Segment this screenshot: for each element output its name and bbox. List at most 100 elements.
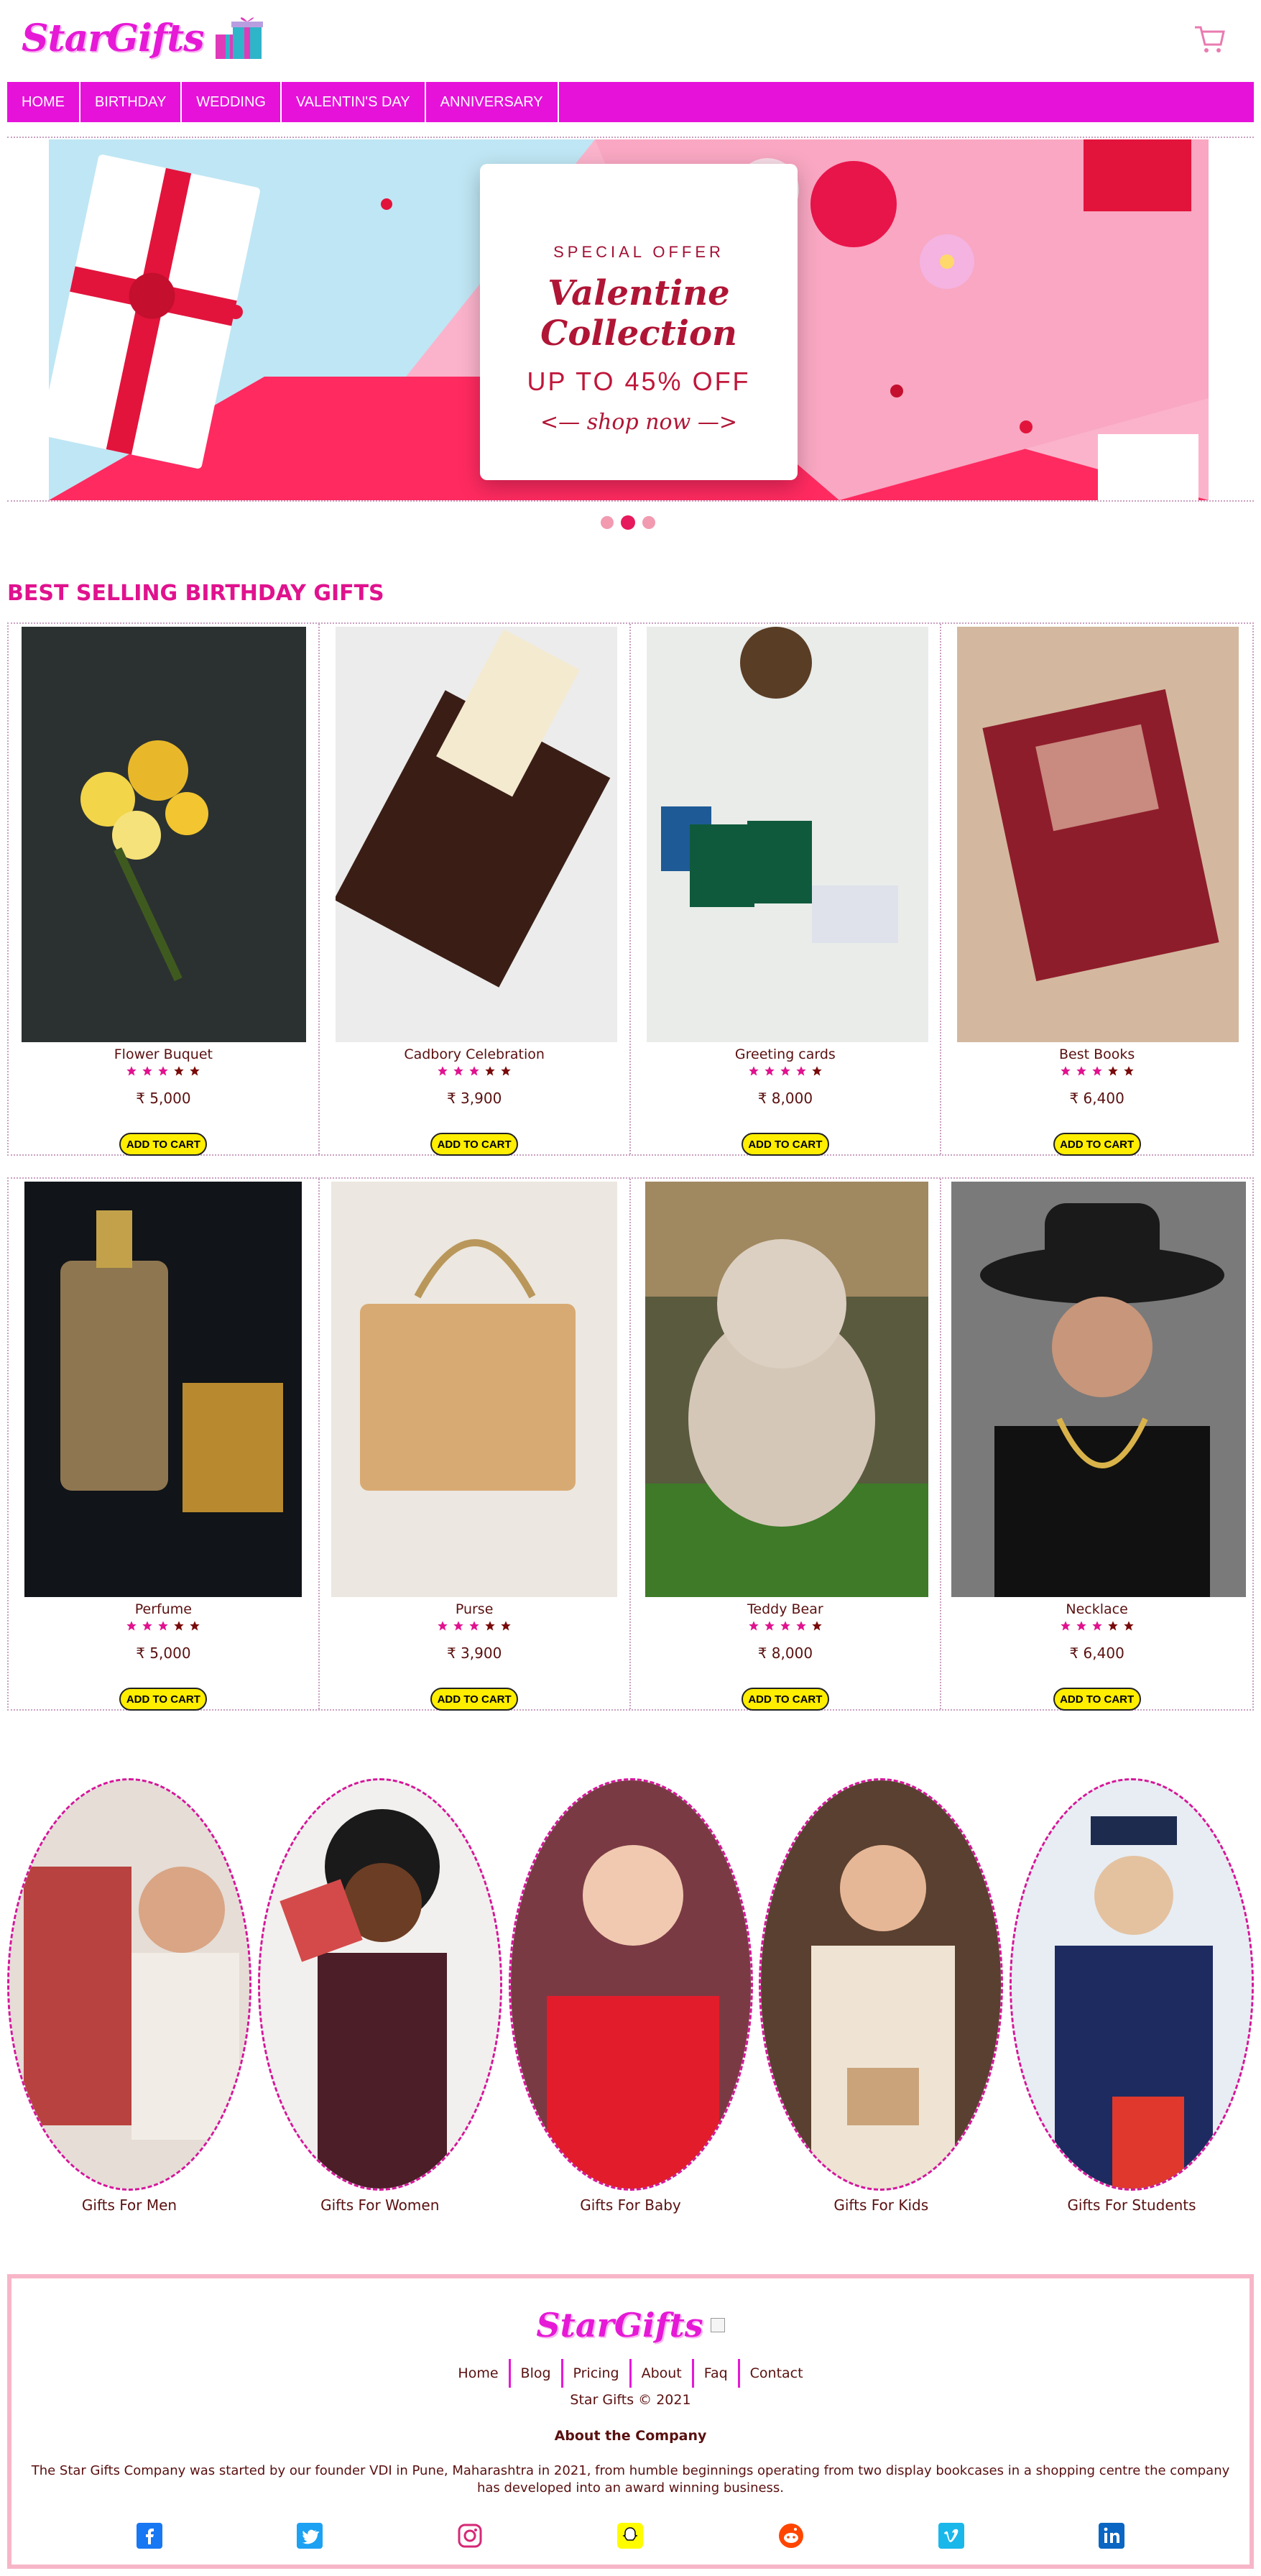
footer-link-pricing[interactable]: Pricing <box>563 2359 632 2388</box>
category-image[interactable] <box>759 1778 1004 2191</box>
nav-item-anniversary[interactable]: ANNIVERSARY <box>426 82 559 122</box>
category-card[interactable]: Gifts For Baby <box>508 1778 753 2224</box>
product-image[interactable] <box>331 1182 617 1597</box>
nav-item-home[interactable]: HOME <box>7 82 80 122</box>
product-price: ₹ 6,400 <box>1069 1090 1124 1107</box>
category-image[interactable] <box>1010 1778 1254 2191</box>
product-name[interactable]: Necklace <box>941 1601 1252 1617</box>
star-empty-icon <box>485 1621 495 1631</box>
product-name[interactable]: Teddy Bear <box>631 1601 941 1617</box>
star-empty-icon <box>190 1066 200 1076</box>
category-label[interactable]: Gifts For Students <box>1010 2196 1254 2214</box>
add-to-cart-button[interactable]: ADD TO CART <box>119 1133 208 1156</box>
reddit-icon[interactable] <box>778 2523 804 2549</box>
twitter-icon[interactable] <box>296 2523 323 2549</box>
footer-logo[interactable]: StarGifts <box>11 2306 1250 2345</box>
hero-banner[interactable]: SPECIAL OFFER Valentine Collection UP TO… <box>49 139 1209 500</box>
copyright: Star Gifts © 2021 <box>570 2392 691 2408</box>
facebook-icon[interactable] <box>136 2523 162 2549</box>
product-name[interactable]: Perfume <box>9 1601 318 1617</box>
vimeo-icon[interactable] <box>938 2523 965 2549</box>
footer-link-blog[interactable]: Blog <box>511 2359 563 2388</box>
carousel-dot-1[interactable] <box>601 516 614 529</box>
product-price: ₹ 3,900 <box>446 1090 502 1107</box>
arrow-left-decoration-icon: <— <box>540 410 581 435</box>
site-logo[interactable]: StarGifts <box>22 13 266 63</box>
product-card: Perfume ₹ 5,000 ADD TO CART <box>9 1179 320 1711</box>
category-list: Gifts For Men Gifts For Women Gifts For Ba… <box>7 1778 1254 2224</box>
star-rating <box>9 1065 318 1077</box>
star-filled-icon <box>438 1066 448 1076</box>
add-to-cart-button[interactable]: ADD TO CART <box>430 1688 519 1711</box>
nav-item-valentins-day[interactable]: VALENTIN'S DAY <box>282 82 426 122</box>
product-card: Cadbory Celebration ₹ 3,900 ADD TO CART <box>320 624 631 1156</box>
add-to-cart-button[interactable]: ADD TO CART <box>1053 1133 1141 1156</box>
category-image[interactable] <box>508 1778 753 2191</box>
instagram-icon[interactable] <box>457 2523 483 2549</box>
footer-logo-text: StarGifts <box>536 2306 703 2345</box>
product-name[interactable]: Best Books <box>941 1046 1252 1062</box>
star-filled-icon <box>158 1066 169 1076</box>
product-card: Purse ₹ 3,900 ADD TO CART <box>320 1179 631 1711</box>
broken-image-icon <box>710 2318 725 2332</box>
footer-link-home[interactable]: Home <box>448 2359 511 2388</box>
category-label[interactable]: Gifts For Men <box>7 2196 251 2214</box>
star-empty-icon <box>1107 1621 1118 1631</box>
product-card: Greeting cards ₹ 8,000 ADD TO CART <box>631 624 942 1156</box>
product-image[interactable] <box>645 1182 928 1597</box>
product-card: Best Books ₹ 6,400 ADD TO CART <box>941 624 1252 1156</box>
footer-link-faq[interactable]: Faq <box>694 2359 740 2388</box>
add-to-cart-button[interactable]: ADD TO CART <box>1053 1688 1141 1711</box>
logo-text: StarGifts <box>22 16 204 60</box>
footer-link-about[interactable]: About <box>632 2359 694 2388</box>
product-image[interactable] <box>646 627 928 1042</box>
add-to-cart-button[interactable]: ADD TO CART <box>741 1688 829 1711</box>
product-image[interactable] <box>24 1182 302 1597</box>
product-image[interactable] <box>335 627 617 1042</box>
shopping-cart-icon[interactable] <box>1192 22 1227 56</box>
product-image[interactable] <box>22 627 306 1042</box>
star-filled-icon <box>142 1621 153 1631</box>
category-card[interactable]: Gifts For Kids <box>759 1778 1004 2224</box>
category-card[interactable]: Gifts For Students <box>1010 1778 1254 2224</box>
footer-link-contact[interactable]: Contact <box>740 2359 813 2388</box>
shop-now-label: shop now <box>586 410 691 435</box>
category-label[interactable]: Gifts For Baby <box>509 2196 753 2214</box>
product-name[interactable]: Purse <box>320 1601 629 1617</box>
offer-card: SPECIAL OFFER Valentine Collection UP TO… <box>480 164 798 480</box>
category-card[interactable]: Gifts For Men <box>7 1778 251 2224</box>
product-name[interactable]: Greeting cards <box>631 1046 941 1062</box>
add-to-cart-button[interactable]: ADD TO CART <box>119 1688 208 1711</box>
star-filled-icon <box>780 1621 790 1631</box>
category-image[interactable] <box>7 1778 251 2191</box>
product-row: Perfume ₹ 5,000 ADD TO CART Purse ₹ 3,900 ADD… <box>7 1177 1254 1711</box>
category-image[interactable] <box>257 1778 502 2191</box>
product-image[interactable] <box>957 627 1239 1042</box>
star-filled-icon <box>796 1066 806 1076</box>
star-rating <box>941 1065 1252 1077</box>
section-title: BEST SELLING BIRTHDAY GIFTS <box>7 581 384 606</box>
snapchat-icon[interactable] <box>617 2523 644 2549</box>
linkedin-icon[interactable] <box>1099 2523 1125 2549</box>
star-filled-icon <box>1091 1621 1102 1631</box>
carousel-dot-3[interactable] <box>642 516 655 529</box>
star-filled-icon <box>158 1621 169 1631</box>
product-name[interactable]: Flower Buquet <box>9 1046 318 1062</box>
product-image[interactable] <box>951 1182 1247 1597</box>
carousel-dot-2[interactable] <box>621 515 635 530</box>
category-label[interactable]: Gifts For Kids <box>759 2196 1003 2214</box>
nav-item-birthday[interactable]: BIRTHDAY <box>80 82 183 122</box>
shop-now-link[interactable]: <— shop now —> <box>480 410 798 435</box>
star-filled-icon <box>1060 1066 1071 1076</box>
add-to-cart-button[interactable]: ADD TO CART <box>741 1133 829 1156</box>
category-label[interactable]: Gifts For Women <box>258 2196 502 2214</box>
category-card[interactable]: Gifts For Women <box>257 1778 502 2224</box>
social-links <box>11 2523 1250 2549</box>
star-rating <box>9 1620 318 1632</box>
star-filled-icon <box>453 1621 463 1631</box>
add-to-cart-button[interactable]: ADD TO CART <box>430 1133 519 1156</box>
product-name[interactable]: Cadbory Celebration <box>320 1046 629 1062</box>
nav-item-wedding[interactable]: WEDDING <box>182 82 282 122</box>
carousel-dots <box>601 515 655 530</box>
main-nav: HOME BIRTHDAY WEDDING VALENTIN'S DAY ANN… <box>7 82 1254 122</box>
